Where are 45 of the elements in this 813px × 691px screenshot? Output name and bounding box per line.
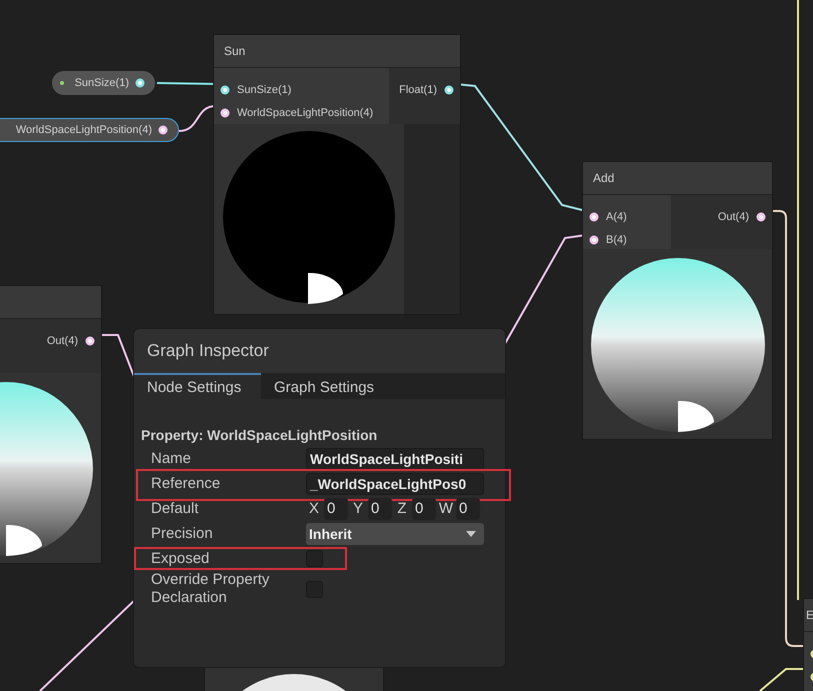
port-label: Out(4) <box>718 210 749 222</box>
panel-title: Graph Inspector <box>134 329 505 373</box>
number-field[interactable]: 0 <box>456 498 480 520</box>
number-field[interactable]: 0 <box>324 498 348 520</box>
exposed-dot-icon <box>60 81 64 85</box>
axis-label: Y <box>352 500 364 517</box>
port-icon[interactable] <box>220 108 230 118</box>
port-icon[interactable] <box>589 234 599 244</box>
node-header[interactable]: Add <box>583 162 772 195</box>
field-label: Reference <box>151 474 222 492</box>
axis-label: W <box>438 500 454 517</box>
node-title: Sun <box>224 44 246 58</box>
input-field[interactable]: WorldSpaceLightPositi <box>306 448 484 470</box>
axis-label: Z <box>396 500 408 517</box>
port-icon[interactable] <box>756 212 766 222</box>
port-label: Out(4) <box>46 334 78 346</box>
checkbox[interactable] <box>306 550 323 567</box>
port-label: B(4) <box>606 234 627 246</box>
field-label: Default <box>151 500 200 518</box>
node-header[interactable]: Sun <box>214 35 460 68</box>
axis-label: X <box>308 500 320 517</box>
field-label: Precision <box>151 524 214 542</box>
port-label: Float(1) <box>399 84 437 96</box>
port-label: WorldSpaceLightPosition(4) <box>237 106 374 118</box>
port-icon <box>158 125 168 135</box>
port-icon <box>135 78 145 88</box>
field-label: Exposed <box>151 550 210 568</box>
property-heading: Property: WorldSpaceLightPosition <box>141 427 378 443</box>
port-label: SunSize(1) <box>237 84 292 96</box>
property-node[interactable]: SunSize(1) <box>52 71 155 95</box>
port-label: A(4) <box>606 210 627 222</box>
field-label: Override Property Declaration <box>151 571 270 607</box>
port-icon[interactable] <box>444 84 454 94</box>
property-node[interactable]: WorldSpaceLightPosition(4) <box>0 118 179 142</box>
node-title: Add <box>593 171 614 185</box>
port-icon[interactable] <box>589 212 599 222</box>
field-label: Name <box>151 450 192 468</box>
tab[interactable]: Node Settings <box>134 373 261 399</box>
number-field[interactable]: 0 <box>412 498 436 520</box>
caret-icon <box>466 530 476 536</box>
port-icon[interactable] <box>85 336 95 346</box>
port-icon[interactable] <box>220 84 230 94</box>
precision-dropdown[interactable]: Inherit <box>306 522 484 544</box>
input-field[interactable]: _WorldSpaceLightPos0 <box>306 472 484 494</box>
number-field[interactable]: 0 <box>368 498 392 520</box>
